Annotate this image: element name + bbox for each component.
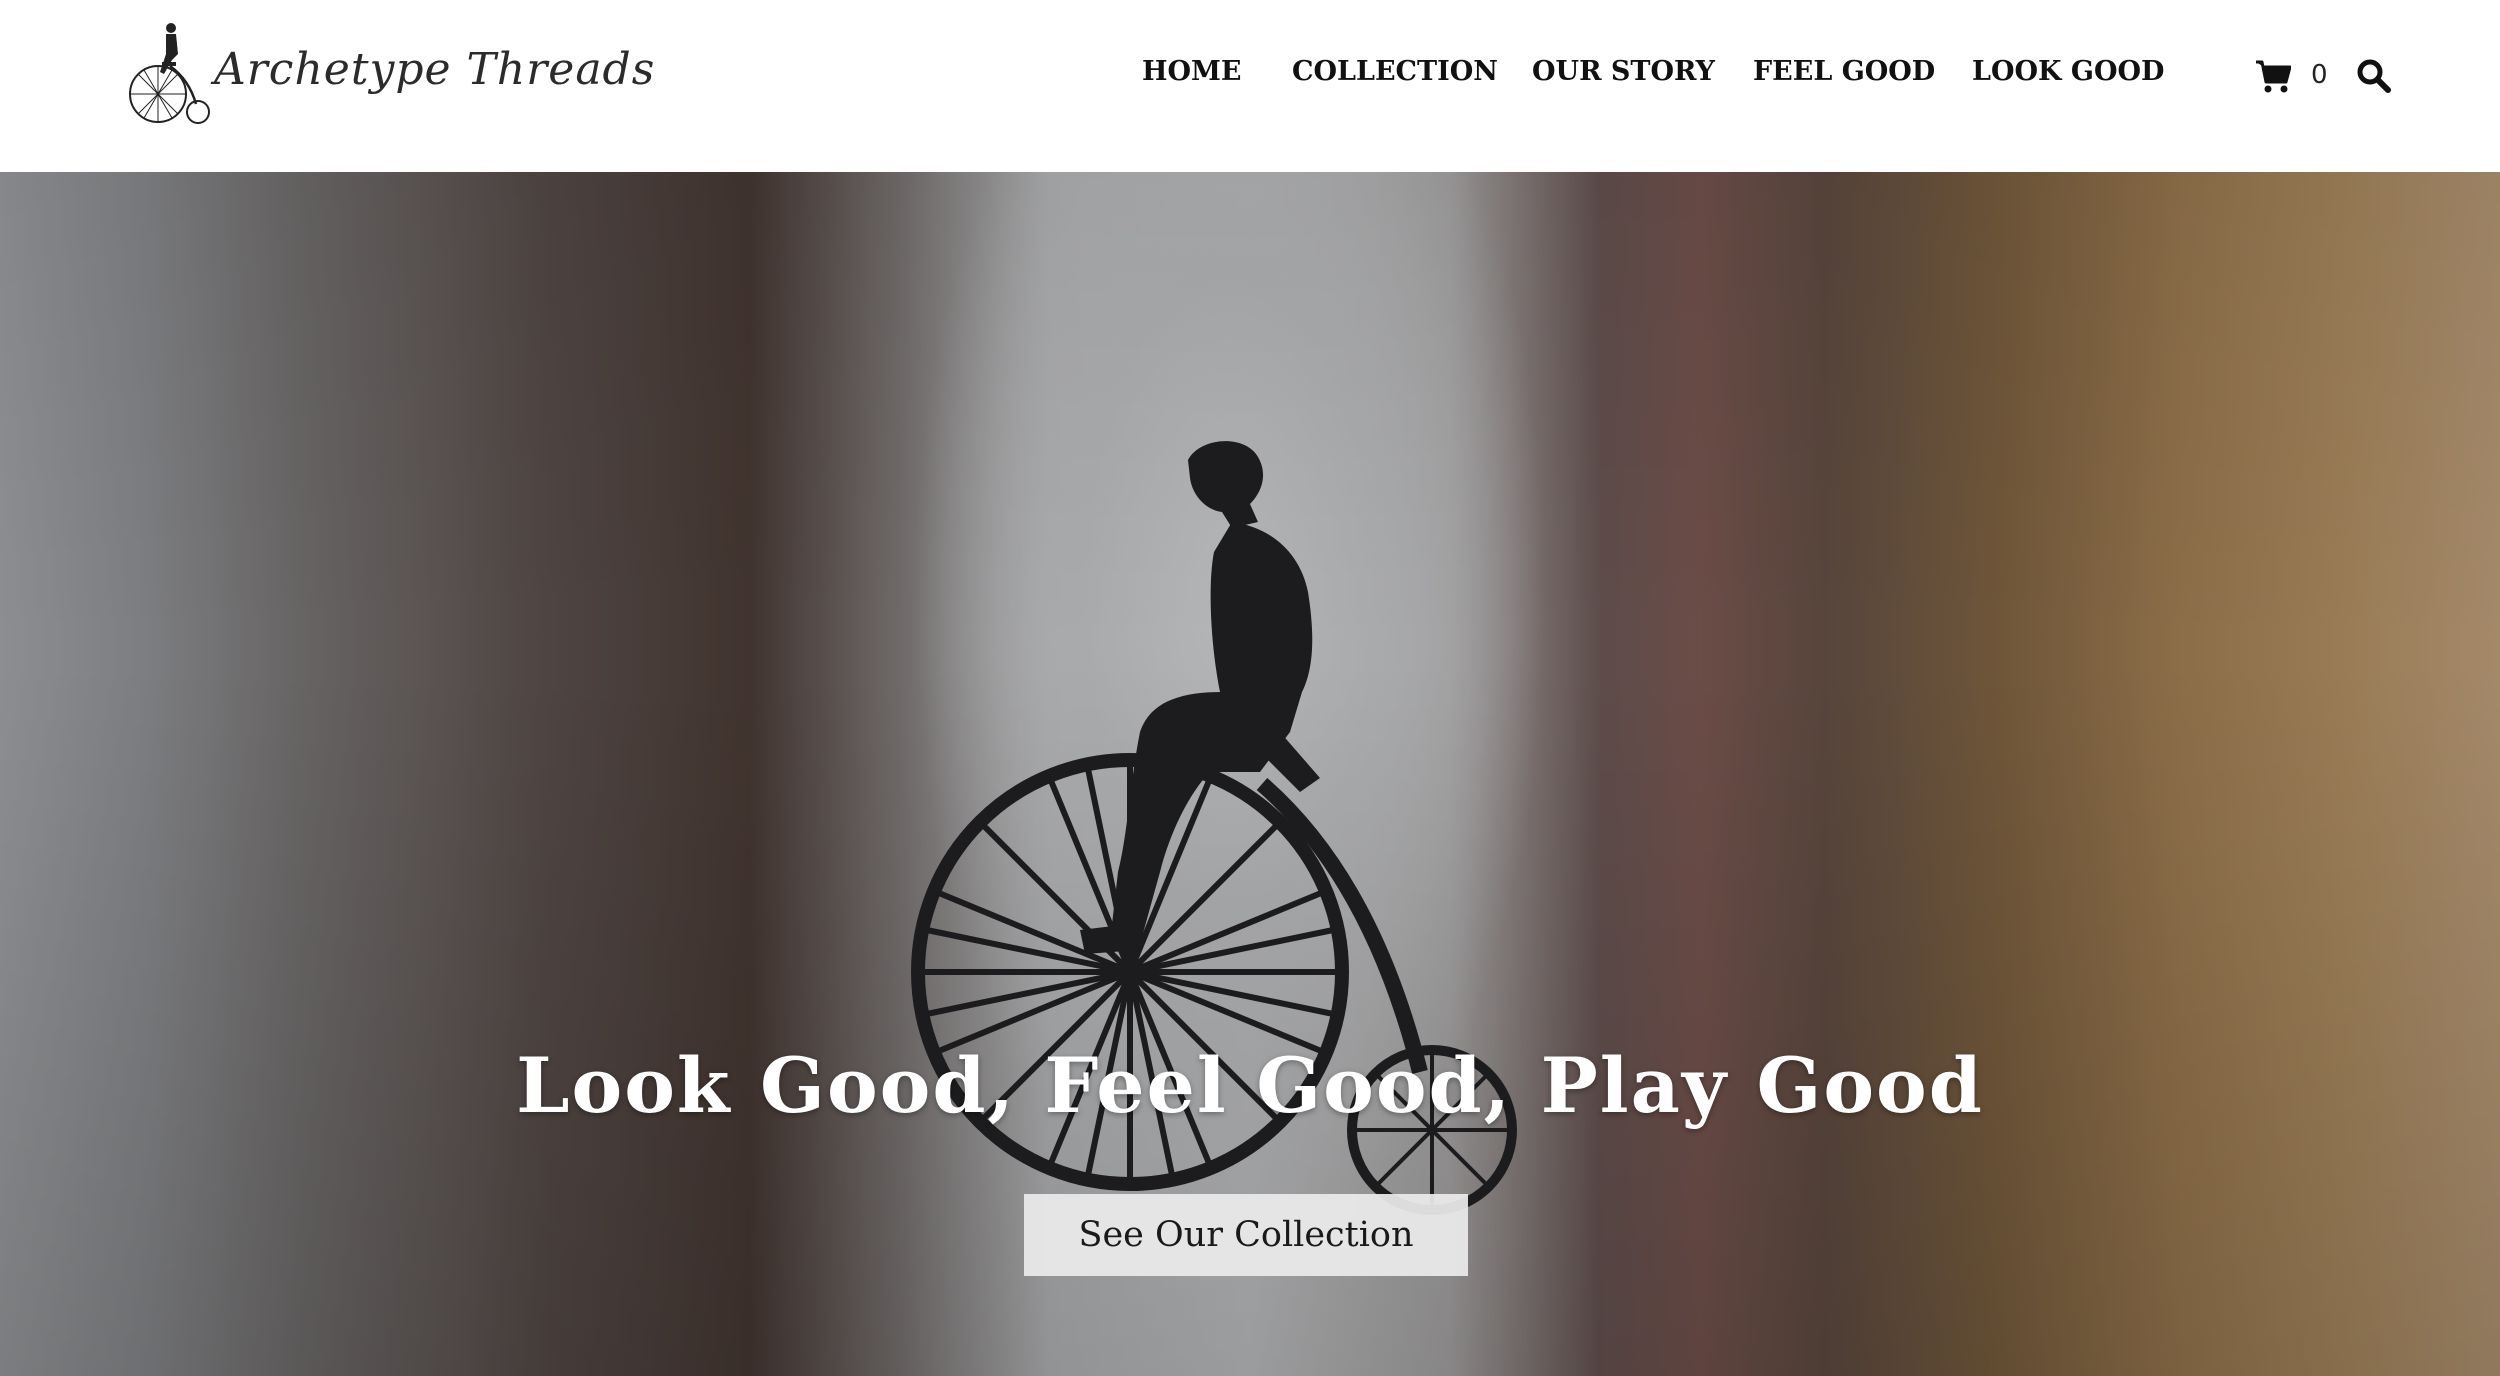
nav-item-collection[interactable]: COLLECTION — [1292, 56, 1498, 87]
nav-item-home[interactable]: HOME — [1142, 56, 1242, 87]
site-header: Archetype Threads HOME COLLECTION OUR ST… — [0, 0, 2500, 172]
search-icon — [2357, 59, 2391, 93]
see-our-collection-button[interactable]: See Our Collection — [1024, 1194, 1468, 1276]
brand-logo[interactable]: Archetype Threads — [126, 20, 654, 128]
search-button[interactable] — [2356, 58, 2396, 98]
hero-banner: Look Good, Feel Good, Play Good See Our … — [0, 172, 2500, 1376]
penny-farthing-rider-icon — [129, 23, 210, 124]
nav-item-our-story[interactable]: OUR STORY — [1532, 56, 1715, 87]
cart-count: 0 — [2311, 60, 2328, 90]
cart-button[interactable]: 0 — [2255, 58, 2335, 98]
hero-title: Look Good, Feel Good, Play Good — [516, 1040, 1984, 1130]
nav-item-feel-good[interactable]: FEEL GOOD — [1753, 56, 1935, 87]
cart-icon — [2256, 60, 2291, 93]
brand-name: Archetype Threads — [214, 44, 656, 95]
nav-item-look-good[interactable]: LOOK GOOD — [1972, 56, 2164, 87]
